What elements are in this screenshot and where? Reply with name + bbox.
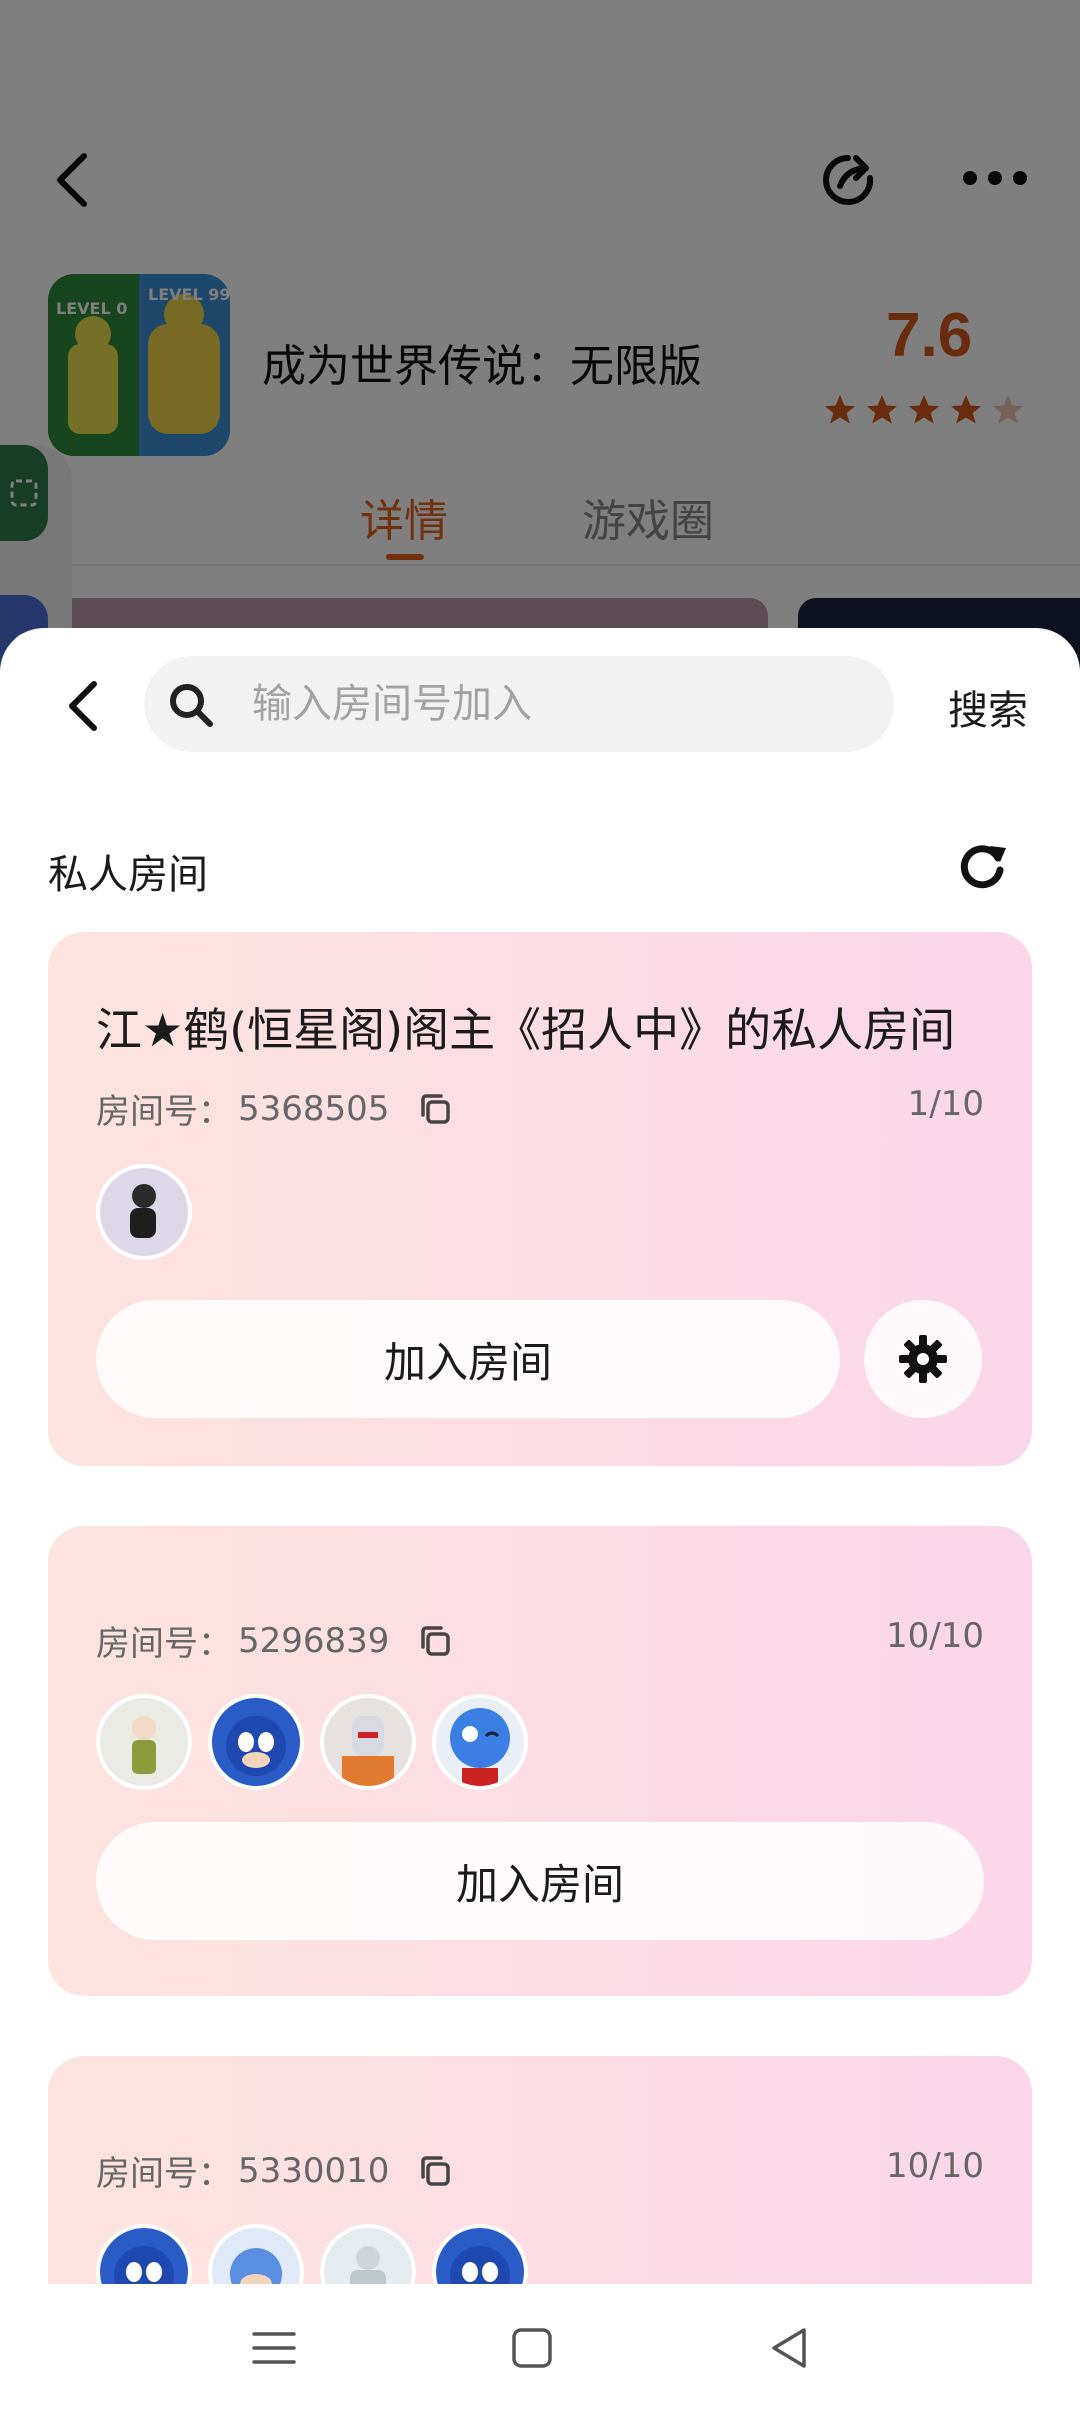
avatar — [208, 1694, 304, 1790]
room-card: 房间号： 5296839 10/10 加入房间 — [48, 1526, 1032, 1996]
section-title: 私人房间 — [48, 852, 208, 898]
back-triangle-icon[interactable] — [762, 2320, 818, 2376]
room-card: 江★鹤(恒星阁)阁主《招人中》的私人房间 房间号： 5368505 1/10 加… — [48, 932, 1032, 1466]
room-id: 房间号： 5368505 — [96, 1084, 453, 1133]
room-id-value: 5296839 — [238, 1620, 390, 1661]
room-member-count: 10/10 — [886, 1616, 984, 1656]
join-room-button[interactable]: 加入房间 — [96, 1300, 840, 1418]
private-rooms-sheet: 搜索 私人房间 江★鹤(恒星阁)阁主《招人中》的私人房间 房间号： 536850… — [0, 628, 1080, 2284]
system-nav-bar — [0, 2284, 1080, 2412]
chevron-left-icon[interactable] — [64, 678, 100, 734]
member-avatars — [96, 2224, 528, 2284]
home-square-icon[interactable] — [504, 2320, 560, 2376]
avatar — [320, 2224, 416, 2284]
member-avatars — [96, 1164, 192, 1260]
room-settings-button[interactable] — [864, 1300, 982, 1418]
copy-icon[interactable] — [417, 2153, 453, 2189]
room-id-label: 房间号： — [96, 1092, 232, 1132]
room-member-count: 1/10 — [907, 1084, 984, 1124]
gear-icon — [899, 1335, 947, 1383]
join-room-button[interactable]: 加入房间 — [96, 1822, 984, 1940]
room-id: 房间号： 5296839 — [96, 1616, 453, 1665]
search-icon — [170, 684, 213, 727]
avatar — [432, 1694, 528, 1790]
search-button[interactable]: 搜索 — [948, 678, 1028, 736]
room-id-label: 房间号： — [96, 1624, 232, 1664]
search-input[interactable] — [252, 656, 872, 752]
menu-icon[interactable] — [246, 2320, 302, 2376]
refresh-icon[interactable] — [954, 838, 1010, 894]
room-id-value: 5330010 — [238, 2150, 390, 2191]
avatar — [432, 2224, 528, 2284]
avatar — [96, 2224, 192, 2284]
member-avatars — [96, 1694, 528, 1790]
search-bar — [144, 656, 894, 752]
room-member-count: 10/10 — [886, 2146, 984, 2186]
room-name: 江★鹤(恒星阁)阁主《招人中》的私人房间 — [96, 1003, 956, 1057]
avatar — [96, 1694, 192, 1790]
copy-icon[interactable] — [417, 1091, 453, 1127]
avatar — [96, 1164, 192, 1260]
room-card: 房间号： 5330010 10/10 — [48, 2056, 1032, 2284]
avatar — [208, 2224, 304, 2284]
copy-icon[interactable] — [417, 1623, 453, 1659]
room-id-value: 5368505 — [238, 1088, 390, 1129]
avatar — [320, 1694, 416, 1790]
room-id-label: 房间号： — [96, 2154, 232, 2194]
room-id: 房间号： 5330010 — [96, 2146, 453, 2195]
